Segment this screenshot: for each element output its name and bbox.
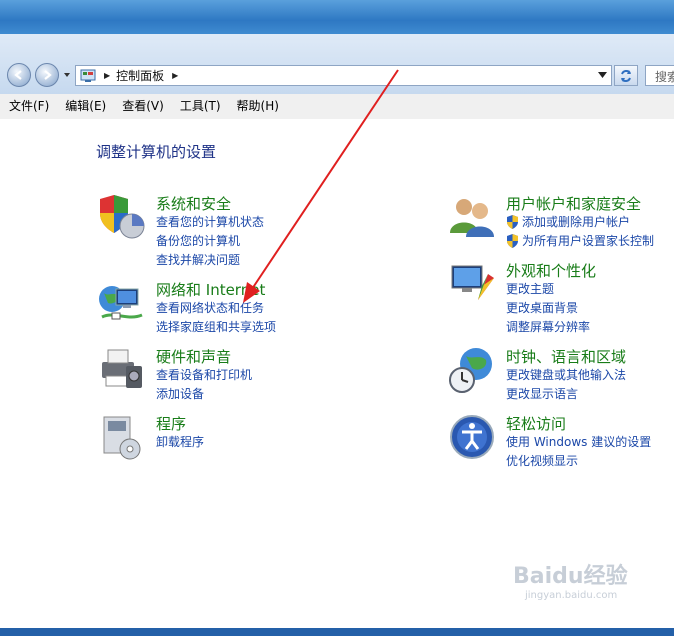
refresh-icon — [621, 69, 631, 82]
menu-bar: 文件(F) 编辑(E) 查看(V) 工具(T) 帮助(H) — [0, 94, 674, 120]
category-network-internet-title[interactable]: 网络和 Internet — [156, 279, 265, 300]
link-change-input-method[interactable]: 更改键盘或其他输入法 — [506, 366, 626, 383]
menu-view[interactable]: 查看(V) — [115, 94, 171, 119]
forward-arrow-icon — [44, 70, 52, 80]
link-homegroup-sharing[interactable]: 选择家庭组和共享选项 — [156, 318, 276, 335]
category-system-security-title[interactable]: 系统和安全 — [156, 193, 231, 214]
category-user-accounts-title[interactable]: 用户帐户和家庭安全 — [506, 193, 641, 214]
link-find-fix-problems[interactable]: 查找并解决问题 — [156, 251, 240, 268]
link-devices-printers[interactable]: 查看设备和打印机 — [156, 366, 252, 383]
link-change-theme[interactable]: 更改主题 — [506, 280, 554, 297]
uac-shield-icon — [507, 214, 518, 229]
back-button[interactable] — [7, 63, 31, 87]
address-bar[interactable]: ▶ 控制面板 ▶ — [75, 65, 612, 86]
users-icon[interactable] — [448, 193, 496, 241]
forward-button[interactable] — [35, 63, 59, 87]
category-ease-of-access-title[interactable]: 轻松访问 — [506, 413, 566, 434]
ease-of-access-icon[interactable] — [448, 413, 496, 461]
search-input[interactable]: 搜索 — [645, 65, 674, 86]
breadcrumb-control-panel[interactable]: 控制面板 — [116, 67, 164, 84]
link-view-network-status[interactable]: 查看网络状态和任务 — [156, 299, 264, 316]
watermark-logo: Baidu经验 — [513, 564, 628, 589]
link-uninstall-program[interactable]: 卸载程序 — [156, 433, 204, 450]
menu-file[interactable]: 文件(F) — [2, 94, 56, 119]
uac-shield-icon — [507, 233, 518, 248]
printer-icon[interactable] — [98, 346, 146, 394]
page-title: 调整计算机的设置 — [96, 143, 217, 161]
taskbar-strip — [0, 628, 674, 636]
link-view-computer-status[interactable]: 查看您的计算机状态 — [156, 213, 264, 230]
link-parental-controls-label: 为所有用户设置家长控制 — [522, 234, 655, 248]
security-shield-icon[interactable] — [98, 193, 146, 241]
back-arrow-icon — [14, 70, 22, 80]
control-panel-icon — [80, 69, 96, 82]
menu-edit[interactable]: 编辑(E) — [58, 94, 113, 119]
address-dropdown-icon[interactable] — [598, 72, 607, 79]
breadcrumb-chevron-icon[interactable]: ▶ — [172, 71, 178, 80]
link-change-background[interactable]: 更改桌面背景 — [506, 299, 578, 316]
link-backup-computer[interactable]: 备份您的计算机 — [156, 232, 240, 249]
breadcrumb-separator-icon[interactable]: ▶ — [104, 71, 110, 80]
control-panel-content: 调整计算机的设置 系统和安全 查看您的计算机状态 备份您的计算机 查找并解决问题… — [0, 119, 674, 628]
link-add-remove-accounts-label: 添加或删除用户帐户 — [522, 215, 631, 229]
baidu-watermark: Baidu经验 jingyan.baidu.com — [513, 558, 643, 610]
menu-tools[interactable]: 工具(T) — [173, 94, 228, 119]
refresh-button[interactable] — [614, 65, 638, 86]
programs-box-icon[interactable] — [98, 413, 146, 461]
recent-pages-chevron-down-icon[interactable] — [63, 71, 71, 79]
category-hardware-sound-title[interactable]: 硬件和声音 — [156, 346, 231, 367]
appearance-monitor-icon[interactable] — [448, 260, 496, 308]
link-parental-controls[interactable]: 为所有用户设置家长控制 — [506, 232, 654, 249]
menu-help[interactable]: 帮助(H) — [230, 94, 286, 119]
link-windows-suggested-settings[interactable]: 使用 Windows 建议的设置 — [506, 433, 651, 450]
link-add-remove-accounts[interactable]: 添加或删除用户帐户 — [506, 213, 630, 230]
category-appearance-title[interactable]: 外观和个性化 — [506, 260, 596, 281]
link-screen-resolution[interactable]: 调整屏幕分辨率 — [506, 318, 590, 335]
category-programs-title[interactable]: 程序 — [156, 413, 186, 434]
category-clock-region-title[interactable]: 时钟、语言和区域 — [506, 346, 626, 367]
link-optimize-video-display[interactable]: 优化视频显示 — [506, 452, 578, 469]
link-change-display-language[interactable]: 更改显示语言 — [506, 385, 578, 402]
window-title-bar — [0, 0, 674, 34]
network-globe-icon[interactable] — [98, 279, 146, 327]
link-add-device[interactable]: 添加设备 — [156, 385, 204, 402]
clock-globe-icon[interactable] — [448, 346, 496, 394]
watermark-url: jingyan.baidu.com — [525, 590, 618, 601]
